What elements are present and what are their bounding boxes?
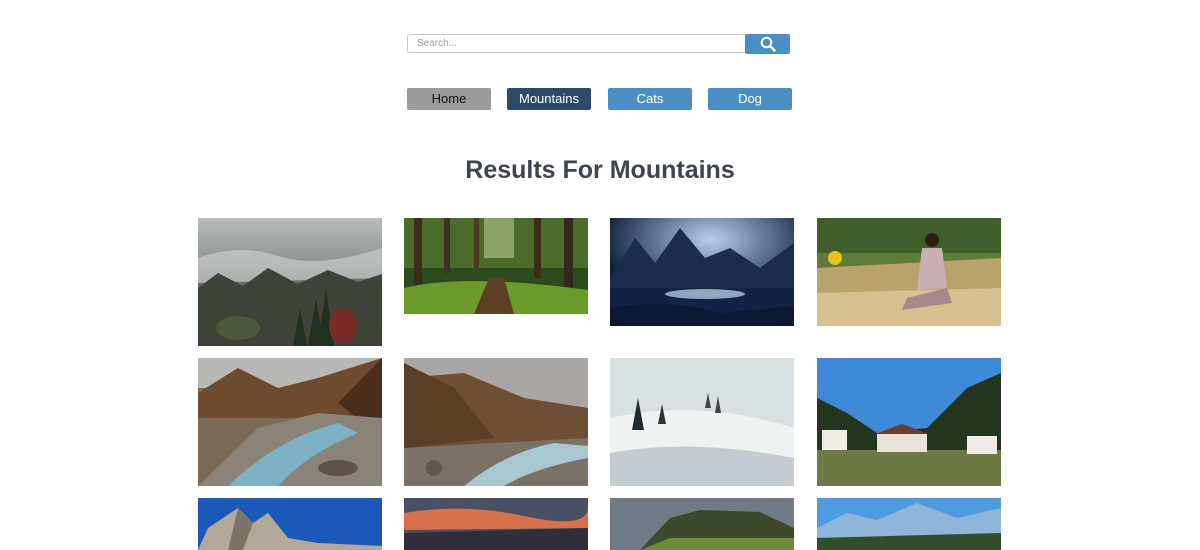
result-image-alpine-village[interactable] — [817, 358, 1001, 486]
result-image-green-cliff[interactable] — [610, 498, 794, 550]
search-button[interactable] — [745, 34, 790, 54]
result-image-foggy-forest[interactable] — [198, 218, 382, 346]
result-image-woman-meadow[interactable] — [817, 218, 1001, 326]
result-image-rocky-peaks[interactable] — [198, 498, 382, 550]
nav-cats-button[interactable]: Cats — [608, 88, 692, 110]
result-image-mountain-river[interactable] — [198, 358, 382, 486]
category-nav: Home Mountains Cats Dog — [0, 88, 1200, 110]
result-image-night-lake[interactable] — [610, 218, 794, 326]
search-input[interactable] — [407, 34, 753, 53]
nav-dog-button[interactable]: Dog — [708, 88, 792, 110]
search-bar — [407, 34, 790, 54]
nav-mountains-button[interactable]: Mountains — [507, 88, 591, 110]
result-image-blue-range[interactable] — [817, 498, 1001, 550]
search-icon — [760, 36, 776, 52]
result-image-sunset-clouds[interactable] — [404, 498, 588, 550]
nav-home-button[interactable]: Home — [407, 88, 491, 110]
page-title: Results For Mountains — [465, 156, 735, 184]
result-image-valley-stream[interactable] — [404, 358, 588, 486]
result-image-forest-path[interactable] — [404, 218, 588, 314]
result-image-snow-trees[interactable] — [610, 358, 794, 486]
